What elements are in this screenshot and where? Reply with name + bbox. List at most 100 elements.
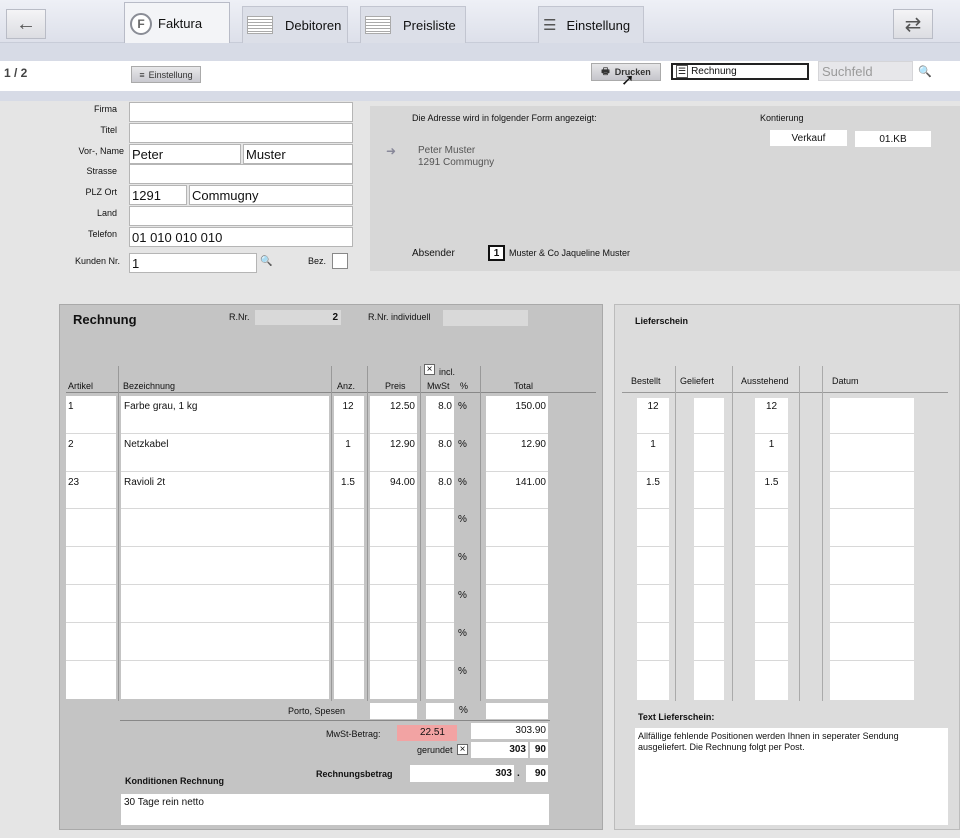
cell-mwst[interactable]: 8.0 — [424, 439, 452, 450]
nachname-field[interactable]: Muster — [243, 144, 353, 164]
row-separator — [121, 659, 329, 661]
row-separator — [334, 470, 364, 472]
cell-total[interactable]: 12.90 — [486, 439, 546, 450]
firma-field[interactable] — [129, 102, 353, 122]
preview-caption: Die Adresse wird in folgender Form angez… — [412, 113, 597, 123]
cell-artikel[interactable]: 2 — [68, 439, 114, 450]
cell-bez[interactable]: Netzkabel — [124, 439, 324, 450]
cell-preis[interactable]: 94.00 — [370, 477, 415, 488]
cell-bez[interactable]: Ravioli 2t — [124, 477, 324, 488]
invoice-title: Rechnung — [73, 312, 137, 327]
cell-preis[interactable]: 12.50 — [370, 401, 415, 412]
row-separator — [426, 621, 454, 623]
titel-field[interactable] — [129, 123, 353, 143]
cell-bestellt[interactable]: 1.5 — [637, 477, 669, 488]
row-separator — [637, 659, 669, 661]
row-separator — [486, 432, 548, 434]
search-icon[interactable]: 🔍 — [260, 256, 272, 267]
cell-pct[interactable]: % — [458, 666, 468, 677]
konto-field[interactable]: 01.KB — [855, 131, 931, 147]
rechnungsbetrag-int: 303 — [410, 765, 514, 782]
cell-total[interactable]: 141.00 — [486, 477, 546, 488]
cell-bestellt[interactable]: 1 — [637, 439, 669, 450]
tab-preisliste[interactable]: Preisliste — [360, 6, 466, 43]
search-icon[interactable]: 🔍 — [918, 65, 932, 78]
porto-percent: % — [459, 705, 468, 716]
label-kunden-nr: Kunden Nr. — [74, 256, 120, 266]
absender-number-field[interactable]: 1 — [488, 245, 505, 261]
cell-artikel[interactable]: 23 — [68, 477, 114, 488]
verkauf-field[interactable]: Verkauf — [770, 130, 847, 146]
cell-ausstehend[interactable]: 1 — [755, 439, 788, 450]
document-type-select[interactable]: ☰ Rechnung — [671, 63, 809, 80]
rnr-field[interactable]: 2 — [255, 310, 341, 325]
porto-mwst-field[interactable] — [426, 703, 454, 719]
header-mwst: MwSt — [427, 381, 450, 391]
datum-column[interactable] — [830, 398, 914, 700]
totals-divider — [120, 720, 550, 721]
einstellung-button[interactable]: ≡ Einstellung — [131, 66, 201, 83]
telefon-field[interactable]: 01 010 010 010 — [129, 227, 353, 247]
cell-pct[interactable]: % — [458, 552, 468, 563]
cell-anz[interactable]: 1.5 — [334, 477, 362, 488]
page-indicator: 1 / 2 — [4, 66, 28, 80]
row-separator — [334, 508, 364, 510]
cell-anz[interactable]: 12 — [334, 401, 362, 412]
gerundet-checkbox[interactable]: × — [457, 744, 468, 755]
cell-pct[interactable]: % — [458, 514, 468, 525]
rnr-individuell-field[interactable] — [443, 310, 528, 326]
cell-bestellt[interactable]: 12 — [637, 401, 669, 412]
preview-line2: 1291 Commugny — [418, 157, 495, 168]
plz-field[interactable]: 1291 — [129, 185, 187, 205]
list-icon: ☰ — [543, 17, 557, 34]
absender-text: Muster & Co Jaqueline Muster — [509, 248, 631, 258]
row-separator — [694, 584, 724, 585]
bez-checkbox[interactable] — [332, 253, 348, 269]
swap-button[interactable]: ⇄ — [893, 9, 933, 39]
row-separator — [755, 584, 788, 585]
lieferschein-header-divider — [622, 392, 948, 393]
row-separator — [370, 432, 417, 434]
search-input[interactable]: Suchfeld — [818, 61, 913, 81]
gerundet-dec: 90 — [530, 742, 548, 758]
cell-pct[interactable]: % — [458, 628, 468, 639]
cell-mwst[interactable]: 8.0 — [424, 401, 452, 412]
geliefert-column[interactable] — [694, 398, 724, 700]
tab-einstellung[interactable]: ☰ Einstellung — [538, 6, 644, 43]
header-ausstehend: Ausstehend — [741, 376, 789, 386]
gerundet-int: 303 — [471, 742, 528, 758]
cell-preis[interactable]: 12.90 — [370, 439, 415, 450]
tab-debitoren[interactable]: Debitoren — [242, 6, 348, 43]
row-separator — [121, 546, 329, 548]
row-separator — [426, 508, 454, 510]
row-separator — [334, 621, 364, 623]
row-separator — [121, 470, 329, 472]
land-field[interactable] — [129, 206, 353, 226]
cell-pct[interactable]: % — [458, 477, 468, 488]
cell-ausstehend[interactable]: 12 — [755, 401, 788, 412]
porto-preis-field[interactable] — [370, 703, 417, 719]
tab-faktura[interactable]: F Faktura — [124, 2, 230, 44]
ort-field[interactable]: Commugny — [189, 185, 353, 205]
gerundet-label: gerundet — [417, 745, 453, 755]
cell-artikel[interactable]: 1 — [68, 401, 114, 412]
porto-total-field[interactable] — [486, 703, 548, 719]
cell-ausstehend[interactable]: 1.5 — [755, 477, 788, 488]
search-placeholder: Suchfeld — [822, 63, 873, 79]
strasse-field[interactable] — [129, 164, 353, 184]
cell-anz[interactable]: 1 — [334, 439, 362, 450]
incl-checkbox[interactable]: × — [424, 364, 435, 375]
cell-pct[interactable]: % — [458, 401, 468, 412]
cell-mwst[interactable]: 8.0 — [424, 477, 452, 488]
text-lieferschein-field[interactable]: Allfällige fehlende Positionen werden Ih… — [635, 728, 948, 825]
row-separator — [755, 432, 788, 434]
konditionen-field[interactable]: 30 Tage rein netto — [121, 794, 549, 825]
cell-bez[interactable]: Farbe grau, 1 kg — [124, 401, 324, 412]
mwst-betrag-value: 22.51 — [397, 725, 457, 741]
kunden-nr-field[interactable]: 1 — [129, 253, 257, 273]
back-button[interactable]: ← — [6, 9, 46, 39]
cell-total[interactable]: 150.00 — [486, 401, 546, 412]
vorname-field[interactable]: Peter — [129, 144, 241, 164]
cell-pct[interactable]: % — [458, 590, 468, 601]
cell-pct[interactable]: % — [458, 439, 468, 450]
